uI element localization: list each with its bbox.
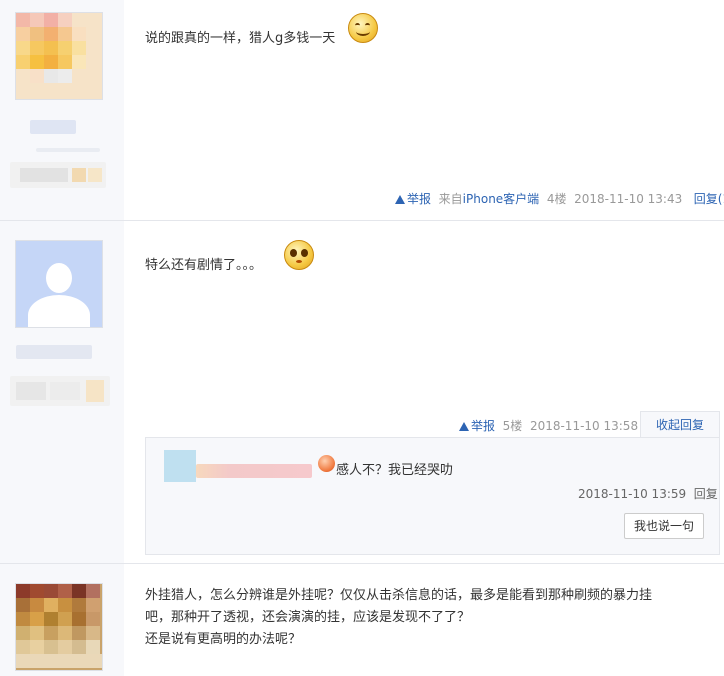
post-content: 说的跟真的一样，猎人g多钱一天 bbox=[145, 28, 335, 50]
post-text-line: 还是说有更高明的办法呢？ bbox=[145, 632, 302, 647]
reply-meta: 2018-11-10 13:59 回复 bbox=[578, 485, 718, 502]
user-badge bbox=[10, 376, 110, 406]
post-content: 特么还有剧情了。。。 bbox=[145, 255, 262, 277]
post-divider bbox=[0, 563, 724, 564]
warning-icon bbox=[395, 195, 405, 204]
avatar[interactable] bbox=[15, 583, 103, 671]
teary-emoji-icon bbox=[284, 240, 314, 270]
say-something-button[interactable]: 我也说一句 bbox=[624, 513, 704, 539]
crying-emoji-icon bbox=[318, 455, 335, 472]
post-divider bbox=[0, 220, 724, 221]
reply-box: 感人不？我已经哭叻 2018-11-10 13:59 回复 我也说一句 bbox=[145, 437, 720, 555]
reply-text: 感人不？我已经哭叻 bbox=[336, 463, 454, 478]
post-content: 外挂猎人，怎么分辨谁是外挂呢？仅仅从击杀信息的话，最多是能看到那种刷频的暴力挂 … bbox=[145, 585, 715, 651]
post-text: 说的跟真的一样，猎人g多钱一天 bbox=[145, 31, 336, 46]
reply-link[interactable]: 回复(1) bbox=[694, 192, 724, 206]
reply-link[interactable]: 回复 bbox=[694, 487, 718, 501]
report-link[interactable]: 举报 bbox=[459, 419, 495, 433]
reply-username[interactable] bbox=[196, 464, 312, 478]
post-text-line: 外挂猎人，怎么分辨谁是外挂呢？仅仅从击杀信息的话，最多是能看到那种刷频的暴力挂 bbox=[145, 588, 653, 603]
level-bar bbox=[36, 148, 100, 152]
smile-emoji-icon bbox=[348, 13, 378, 43]
warning-icon bbox=[459, 422, 469, 431]
floor-number: 4楼 bbox=[546, 192, 567, 206]
reply-avatar[interactable] bbox=[164, 450, 196, 482]
report-link[interactable]: 举报 bbox=[395, 192, 431, 206]
reply-time: 2018-11-10 13:59 bbox=[578, 487, 687, 501]
username[interactable] bbox=[16, 345, 92, 359]
post-meta: 举报 来自iPhone客户端 4楼 2018-11-10 13:43 回复(1) bbox=[395, 190, 724, 207]
client-link[interactable]: iPhone客户端 bbox=[463, 192, 540, 206]
user-badge bbox=[10, 162, 106, 188]
avatar[interactable] bbox=[15, 12, 103, 100]
collapse-replies-button[interactable]: 收起回复 bbox=[640, 411, 720, 439]
post-text: 特么还有剧情了。。。 bbox=[145, 258, 263, 273]
post-meta: 举报 5楼 2018-11-10 13:58 bbox=[459, 417, 638, 434]
username[interactable] bbox=[30, 120, 76, 134]
floor-number: 5楼 bbox=[502, 419, 523, 433]
post-text-line: 吧，那种开了透视，还会演演的挂，应该是发现不了了？ bbox=[145, 610, 471, 625]
avatar[interactable] bbox=[15, 240, 103, 328]
post-time: 2018-11-10 13:43 bbox=[574, 192, 683, 206]
post-time: 2018-11-10 13:58 bbox=[529, 419, 639, 433]
